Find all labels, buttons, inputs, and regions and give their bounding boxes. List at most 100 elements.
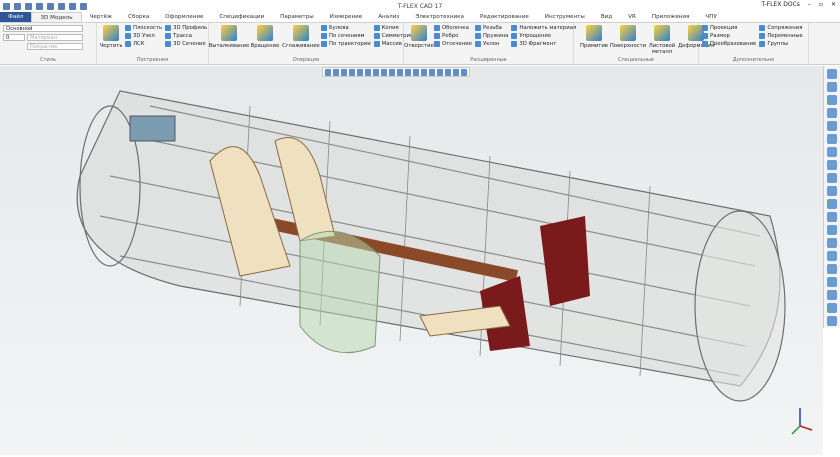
side-tool-icon[interactable] <box>827 160 837 170</box>
view-tool-icon[interactable] <box>421 68 427 76</box>
ribbon-item[interactable]: Проекция <box>702 25 756 31</box>
minimize-button[interactable]: – <box>808 1 811 8</box>
ribbon-big-button[interactable]: Поверхности <box>610 25 646 56</box>
ribbon-item[interactable]: Наложить материал <box>511 25 576 31</box>
ribbon-item[interactable]: Преобразование <box>702 41 756 47</box>
side-tool-icon[interactable] <box>827 264 837 274</box>
ribbon-big-button[interactable]: Сглаживание <box>282 25 320 56</box>
group-extra: Проекция Размер Преобразование Сопряжения Пе… <box>699 23 809 64</box>
tool-icon <box>165 25 172 31</box>
view-tool-icon[interactable] <box>373 68 379 76</box>
side-tool-icon[interactable] <box>827 95 837 105</box>
tab-0[interactable]: Файл <box>0 12 32 22</box>
docs-button[interactable]: T-FLEX DOCs <box>761 1 800 8</box>
ribbon-item[interactable]: Пружина <box>474 33 508 39</box>
ribbon-big-button[interactable]: Примитив <box>577 25 611 56</box>
view-tool-icon[interactable] <box>349 68 355 76</box>
view-tool-icon[interactable] <box>461 68 467 76</box>
tab-5[interactable]: Спецификации <box>211 12 272 22</box>
side-tool-icon[interactable] <box>827 212 837 222</box>
side-tool-icon[interactable] <box>827 108 837 118</box>
maximize-button[interactable]: ▫ <box>819 1 823 8</box>
side-tool-icon[interactable] <box>827 251 837 261</box>
tab-10[interactable]: Редактирование <box>472 12 537 22</box>
tab-14[interactable]: Приложения <box>644 12 698 22</box>
view-tool-icon[interactable] <box>445 68 451 76</box>
ribbon-item[interactable]: Упрощение <box>511 33 576 39</box>
ribbon-item[interactable]: Трасса <box>165 33 207 39</box>
ribbon-big-button[interactable]: Вращение <box>248 25 282 56</box>
tab-1[interactable]: 3D Модель <box>31 12 82 22</box>
3d-viewport[interactable] <box>0 66 823 455</box>
tab-3[interactable]: Сборка <box>120 12 157 22</box>
ribbon-big-button[interactable]: Листовой металл <box>645 25 679 56</box>
tab-2[interactable]: Чертёж <box>82 12 121 22</box>
tab-7[interactable]: Измерение <box>322 12 371 22</box>
side-tool-icon[interactable] <box>827 134 837 144</box>
side-tool-icon[interactable] <box>827 303 837 313</box>
tab-6[interactable]: Параметры <box>272 12 322 22</box>
side-tool-icon[interactable] <box>827 147 837 157</box>
close-button[interactable]: ✕ <box>831 1 836 8</box>
view-tool-icon[interactable] <box>333 68 339 76</box>
view-tool-icon[interactable] <box>429 68 435 76</box>
view-tool-icon[interactable] <box>389 68 395 76</box>
view-tool-icon[interactable] <box>453 68 459 76</box>
view-toolbar[interactable] <box>322 67 470 77</box>
side-tool-icon[interactable] <box>827 290 837 300</box>
layer-select[interactable]: Основной <box>3 25 83 32</box>
material-select[interactable]: Материал <box>27 34 83 41</box>
side-tool-icon[interactable] <box>827 121 837 131</box>
group-label: Дополнительно <box>732 57 775 63</box>
ribbon-item[interactable]: Резьба <box>474 25 508 31</box>
side-tool-icon[interactable] <box>827 186 837 196</box>
ribbon-item[interactable]: Переменные <box>759 33 803 39</box>
ribbon-item[interactable]: По сечениям <box>321 33 371 39</box>
right-toolbar[interactable] <box>823 66 840 328</box>
ribbon-item[interactable]: 3D Фрагмент <box>511 41 576 47</box>
side-tool-icon[interactable] <box>827 277 837 287</box>
ribbon-item[interactable]: ЛСК <box>125 41 162 47</box>
ribbon-item[interactable]: Ребро <box>434 33 472 39</box>
side-tool-icon[interactable] <box>827 238 837 248</box>
view-tool-icon[interactable] <box>381 68 387 76</box>
ribbon-item[interactable]: Сопряжения <box>759 25 803 31</box>
ribbon-item[interactable]: 3D Профиль <box>165 25 207 31</box>
ribbon-big-button[interactable]: Выталкивание <box>209 25 249 56</box>
view-tool-icon[interactable] <box>341 68 347 76</box>
tab-8[interactable]: Анализ <box>370 12 407 22</box>
side-tool-icon[interactable] <box>827 316 837 326</box>
ribbon-item[interactable]: Отсечение <box>434 41 472 47</box>
ribbon-item[interactable]: Размер <box>702 33 756 39</box>
view-tool-icon[interactable] <box>357 68 363 76</box>
side-tool-icon[interactable] <box>827 173 837 183</box>
tab-9[interactable]: Электротехника <box>407 12 472 22</box>
ribbon-item[interactable]: Уклон <box>474 41 508 47</box>
view-tool-icon[interactable] <box>397 68 403 76</box>
tab-4[interactable]: Оформление <box>157 12 211 22</box>
draw-button[interactable]: Чертить <box>100 25 123 56</box>
view-tool-icon[interactable] <box>365 68 371 76</box>
ribbon-item[interactable]: Группы <box>759 41 803 47</box>
coating-select[interactable]: Покрытие <box>27 43 83 50</box>
level-field[interactable]: 0 <box>3 34 25 41</box>
view-tool-icon[interactable] <box>437 68 443 76</box>
tab-15[interactable]: ЧПУ <box>697 12 724 22</box>
ribbon-item[interactable]: По траектории <box>321 41 371 47</box>
side-tool-icon[interactable] <box>827 199 837 209</box>
tab-12[interactable]: Вид <box>593 12 620 22</box>
view-tool-icon[interactable] <box>325 68 331 76</box>
hole-button[interactable]: Отверстие <box>404 25 434 56</box>
tab-13[interactable]: VR <box>620 12 644 22</box>
ribbon-item[interactable]: Оболочка <box>434 25 472 31</box>
ribbon-item[interactable]: Булева <box>321 25 371 31</box>
view-tool-icon[interactable] <box>405 68 411 76</box>
side-tool-icon[interactable] <box>827 69 837 79</box>
ribbon-item[interactable]: 3D Узел <box>125 33 162 39</box>
side-tool-icon[interactable] <box>827 225 837 235</box>
ribbon-item[interactable]: 3D Сечение <box>165 41 207 47</box>
view-tool-icon[interactable] <box>413 68 419 76</box>
ribbon-item[interactable]: Плоскость <box>125 25 162 31</box>
tab-11[interactable]: Инструменты <box>537 12 593 22</box>
side-tool-icon[interactable] <box>827 82 837 92</box>
